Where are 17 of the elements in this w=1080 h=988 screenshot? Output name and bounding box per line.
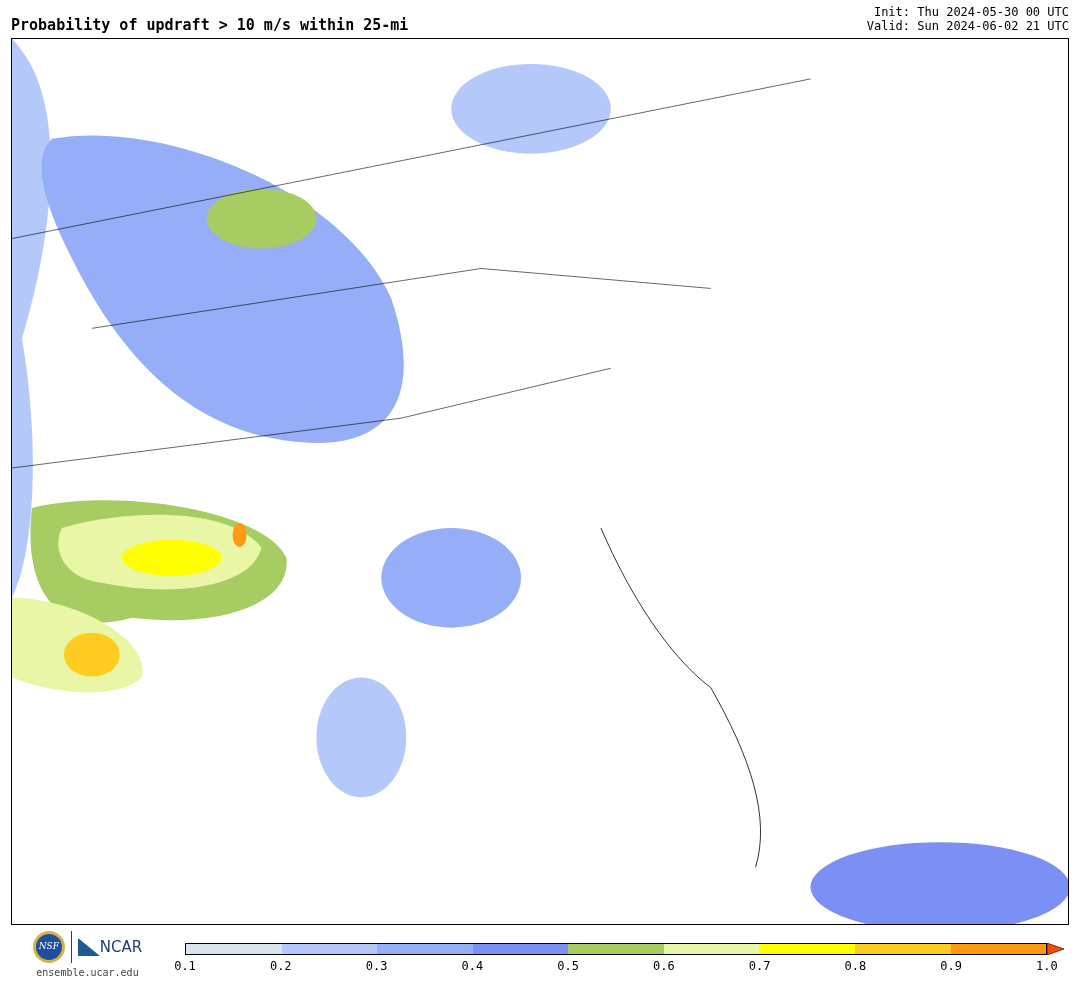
tick-label: 0.6 (652, 960, 676, 972)
tick-label: 0.4 (460, 960, 485, 972)
chart-title: Probability of updraft > 10 m/s within 25-mi (11, 18, 409, 33)
tick-label: 0.3 (364, 960, 389, 972)
tick-label: 0.8 (843, 960, 868, 972)
tick-label: 0.7 (747, 960, 772, 972)
tick-label: 0.2 (268, 960, 293, 972)
init-time: Init: Thu 2024-05-30 00 UTC (873, 5, 1069, 19)
ncar-logo: NCAR (99, 939, 143, 955)
ncar-mark-icon (77, 938, 100, 956)
tick-label: 0.1 (173, 960, 197, 972)
tick-label: 1.0 (1035, 960, 1059, 972)
site-url: ensemble.ucar.edu (36, 966, 139, 980)
tick-label: 0.5 (556, 960, 580, 972)
nsf-logo: NSF (32, 931, 65, 963)
tick-label: 0.9 (939, 960, 963, 972)
valid-time: Valid: Sun 2024-06-02 21 UTC (866, 19, 1069, 33)
